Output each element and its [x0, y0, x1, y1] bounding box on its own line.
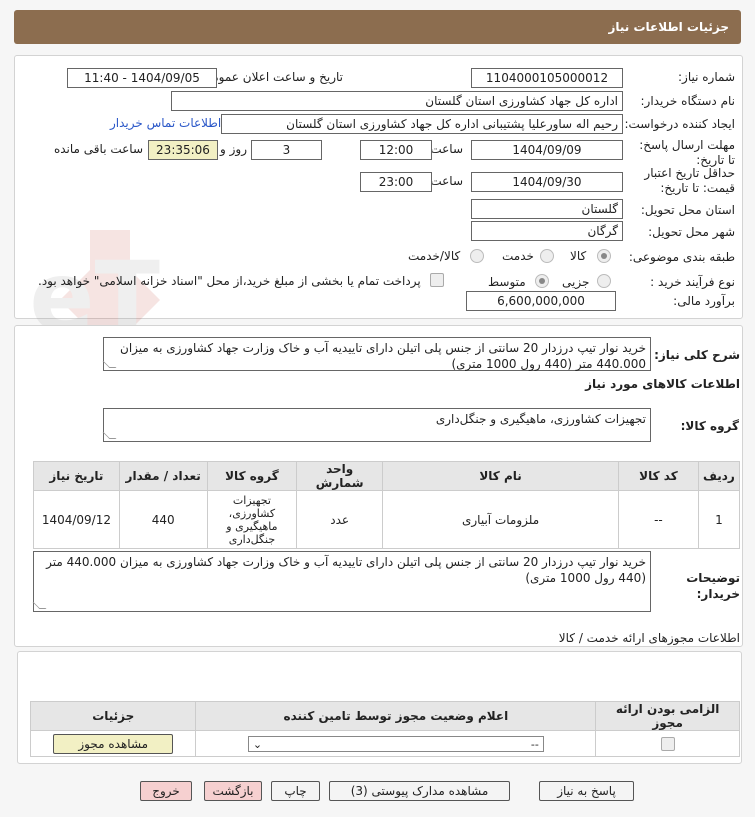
- resize-grip-icon[interactable]: [102, 361, 117, 368]
- budget-field: 6,600,000,000: [466, 291, 616, 311]
- col-permit-required: الزامی بودن ارائه مجوز: [595, 701, 740, 731]
- creator-field: رحیم اله ساورعلیا پشتیبانی اداره کل جهاد…: [221, 114, 623, 134]
- remaining-time-field: 23:35:06: [148, 140, 218, 160]
- permits-table: الزامی بودن ارائه مجوز اعلام وضعیت مجوز …: [29, 701, 740, 757]
- col-code: کد کالا: [618, 461, 699, 491]
- goods-group-label: گروه کالا:: [680, 419, 739, 433]
- deadline-time-label: ساعت: [430, 142, 463, 156]
- resize-grip-icon[interactable]: [32, 602, 47, 609]
- category-radio-service[interactable]: [540, 249, 554, 263]
- need-number-field: 1104000105000012: [471, 68, 623, 88]
- category-radio-both[interactable]: [470, 249, 484, 263]
- buyer-notes-label: توضیحات خریدار:: [686, 571, 740, 601]
- permits-table-header: الزامی بودن ارائه مجوز اعلام وضعیت مجوز …: [29, 701, 740, 731]
- province-field: گلستان: [471, 199, 623, 219]
- buyer-org-field: اداره کل جهاد کشاورزی استان گلستان: [171, 91, 623, 111]
- resize-grip-icon[interactable]: [102, 432, 117, 439]
- validity-label: حداقل تاریخ اعتبار قیمت: تا تاریخ:: [644, 166, 735, 195]
- goods-table: ردیف کد کالا نام کالا واحد شمارش گروه کا…: [33, 461, 741, 549]
- table-row: -- ⌄ مشاهده مجوز: [29, 730, 740, 757]
- permit-details-cell: مشاهده مجوز: [29, 730, 197, 757]
- row-group: تجهیزات کشاورزی، ماهیگیری و جنگل‌داری: [206, 490, 298, 549]
- deadline-label: مهلت ارسال پاسخ: تا تاریخ:: [639, 138, 735, 167]
- description-text: خرید نوار تیپ درزدار 20 سانتی از جنس پلی…: [120, 341, 646, 371]
- description-label: شرح کلی نیاز:: [654, 348, 740, 362]
- col-name: نام کالا: [382, 461, 620, 491]
- col-date: تاریخ نیاز: [33, 461, 120, 491]
- chevron-down-icon: ⌄: [252, 737, 263, 751]
- validity-time-label: ساعت: [430, 174, 463, 188]
- col-permit-details: جزئیات: [29, 701, 197, 731]
- days-remaining-field: 3: [251, 140, 322, 160]
- city-field: گرگان: [471, 221, 623, 241]
- category-label: طبقه بندی موضوعی:: [628, 250, 735, 264]
- row-qty: 440: [118, 490, 208, 549]
- purchase-radio-minor[interactable]: [597, 274, 611, 288]
- page-header: جزئیات اطلاعات نیاز: [14, 10, 741, 44]
- permit-status-cell: -- ⌄: [195, 730, 597, 757]
- budget-label: برآورد مالی:: [673, 294, 735, 308]
- announce-field: 1404/09/05 - 11:40: [67, 68, 217, 88]
- back-button[interactable]: بازگشت: [204, 781, 262, 801]
- need-number-label: شماره نیاز:: [678, 70, 735, 84]
- permits-section-title: اطلاعات مجوزهای ارائه خدمت / کالا: [558, 631, 740, 645]
- col-group: گروه کالا: [206, 461, 298, 491]
- buyer-contact-link[interactable]: اطلاعات تماس خریدار: [110, 116, 221, 130]
- goods-group-text: تجهیزات کشاورزی، ماهیگیری و جنگل‌داری: [435, 412, 646, 426]
- category-radio-goods[interactable]: [597, 249, 611, 263]
- row-index: 1: [697, 490, 741, 549]
- buyer-notes-textarea: خرید نوار تیپ درزدار 20 سانتی از جنس پلی…: [32, 551, 651, 612]
- treasury-payment-checkbox[interactable]: [430, 273, 444, 287]
- category-option-service: خدمت: [502, 249, 534, 263]
- goods-group-textarea: تجهیزات کشاورزی، ماهیگیری و جنگل‌داری: [102, 408, 651, 442]
- print-button[interactable]: چاپ: [271, 781, 320, 801]
- exit-button[interactable]: خروج: [140, 781, 192, 801]
- attachments-button[interactable]: مشاهده مدارک پیوستی (3): [329, 781, 510, 801]
- row-date: 1404/09/12: [33, 490, 120, 549]
- deadline-date-field: 1404/09/09: [471, 140, 623, 160]
- category-option-both: کالا/خدمت: [408, 249, 461, 263]
- col-qty: تعداد / مقدار: [118, 461, 208, 491]
- goods-section-title: اطلاعات کالاهای مورد نیاز: [585, 377, 740, 391]
- table-row: 1 -- ملزومات آبیاری عدد تجهیزات کشاورزی،…: [33, 490, 741, 549]
- purchase-option-medium: متوسط: [488, 275, 526, 289]
- view-permit-button[interactable]: مشاهده مجوز: [53, 733, 174, 754]
- buyer-notes-text: خرید نوار تیپ درزدار 20 سانتی از جنس پلی…: [46, 555, 646, 585]
- permit-status-value: --: [530, 737, 539, 751]
- treasury-payment-note: پرداخت تمام یا بخشی از مبلغ خرید،از محل …: [38, 274, 421, 288]
- purchase-type-label: نوع فرآیند خرید :: [650, 275, 735, 289]
- row-unit: عدد: [296, 490, 384, 549]
- province-label: استان محل تحویل:: [640, 203, 735, 217]
- remaining-time-label: ساعت باقی مانده: [53, 142, 143, 156]
- purchase-option-minor: جزیی: [562, 275, 590, 289]
- row-code: --: [618, 490, 699, 549]
- goods-table-header: ردیف کد کالا نام کالا واحد شمارش گروه کا…: [33, 461, 741, 491]
- description-textarea: خرید نوار تیپ درزدار 20 سانتی از جنس پلی…: [102, 337, 651, 371]
- deadline-time-field: 12:00: [360, 140, 432, 160]
- col-permit-status: اعلام وضعیت مجوز توسط تامین کننده: [195, 701, 597, 731]
- page-title: جزئیات اطلاعات نیاز: [608, 20, 729, 34]
- col-unit: واحد شمارش: [296, 461, 384, 491]
- validity-date-field: 1404/09/30: [471, 172, 623, 192]
- category-option-goods: کالا: [570, 249, 587, 263]
- permit-status-select[interactable]: -- ⌄: [247, 735, 544, 752]
- col-index: ردیف: [697, 461, 741, 491]
- creator-label: ایجاد کننده درخواست:: [624, 117, 735, 131]
- days-label: روز و: [220, 142, 247, 156]
- city-label: شهر محل تحویل:: [648, 225, 735, 239]
- validity-time-field: 23:00: [360, 172, 432, 192]
- permit-required-cell: [595, 730, 740, 757]
- announce-label: تاریخ و ساعت اعلان عمومی:: [198, 70, 343, 84]
- row-name: ملزومات آبیاری: [382, 490, 620, 549]
- permit-required-checkbox: [660, 736, 675, 751]
- buyer-org-label: نام دستگاه خریدار:: [640, 94, 736, 108]
- reply-button[interactable]: پاسخ به نیاز: [539, 781, 634, 801]
- purchase-radio-medium[interactable]: [535, 274, 549, 288]
